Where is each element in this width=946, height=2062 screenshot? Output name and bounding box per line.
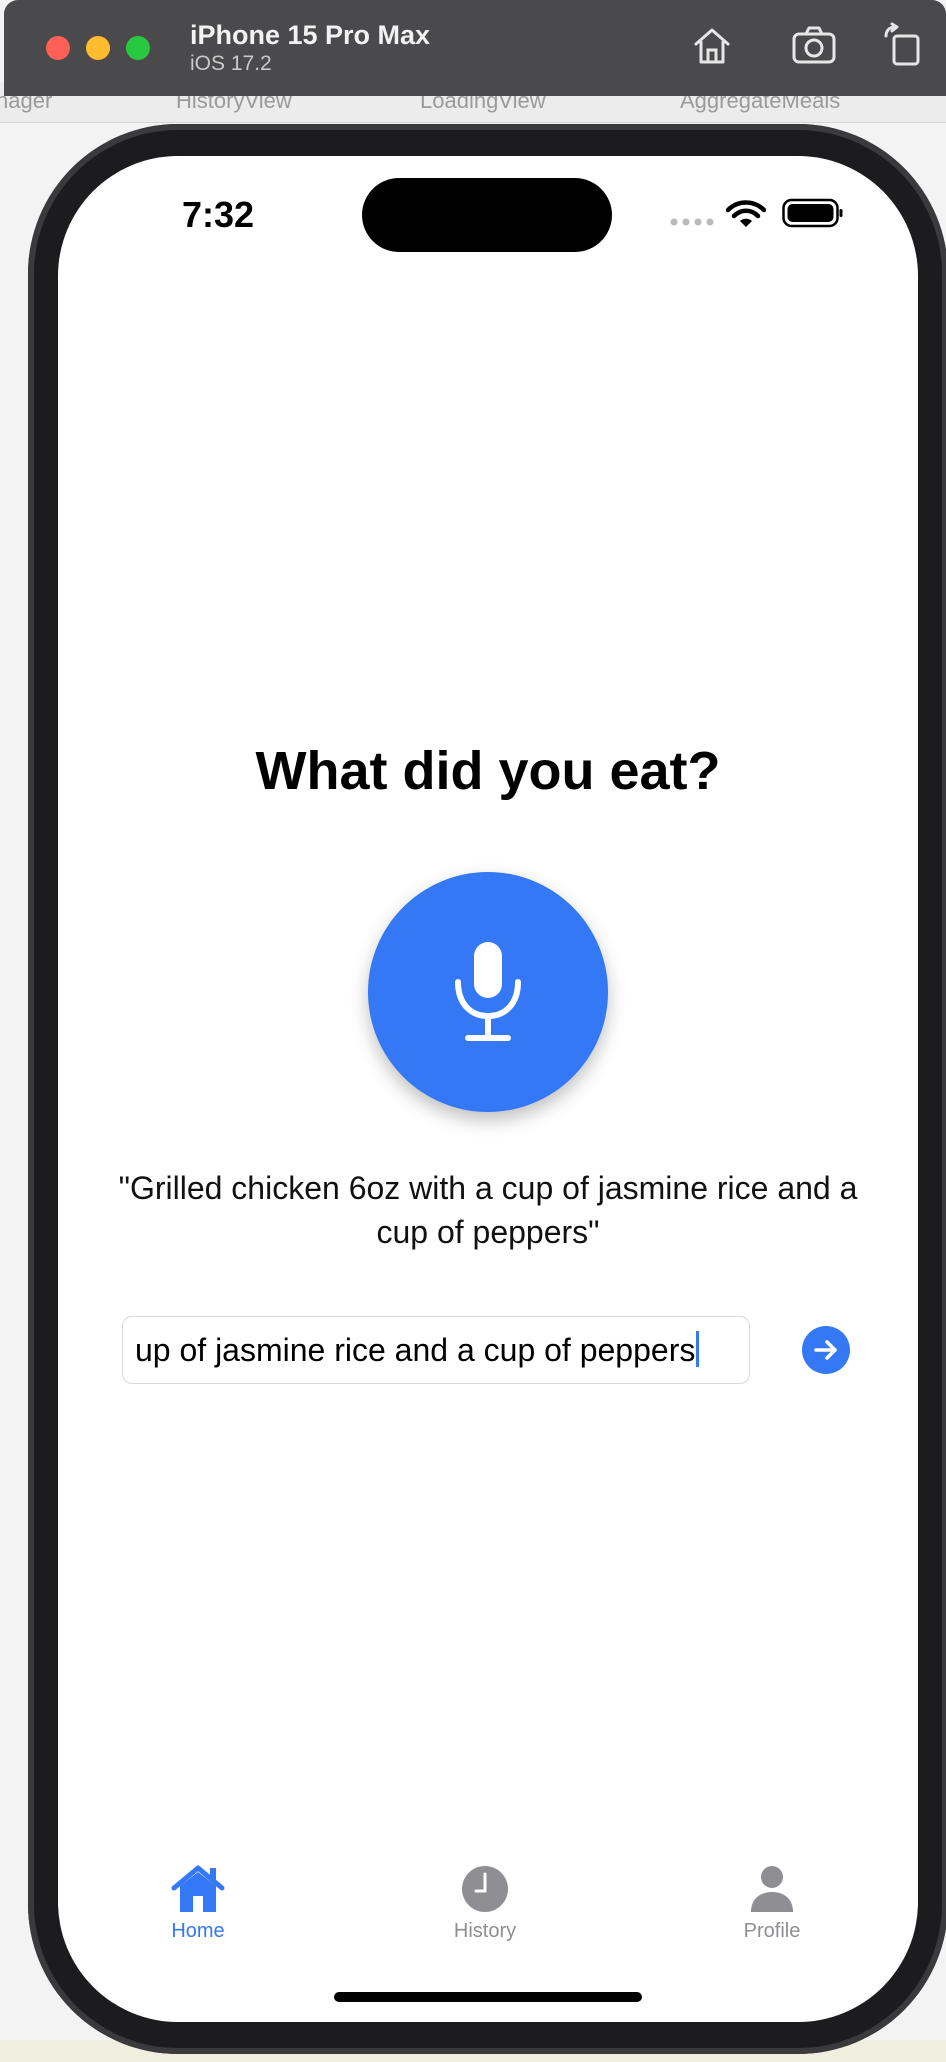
meal-input-value[interactable]: up of jasmine rice and a cup of peppers (135, 1332, 695, 1368)
arrow-right-circle-icon (814, 1340, 837, 1360)
close-window-button[interactable] (46, 36, 70, 60)
tab-home[interactable]: Home (128, 1864, 268, 1943)
cellular-signal-icon (670, 218, 714, 226)
tab-label: Home (171, 1920, 225, 1942)
screenshot-icon[interactable] (790, 22, 838, 70)
record-voice-button[interactable] (368, 872, 608, 1112)
microphone-icon (455, 942, 521, 1041)
minimize-window-button[interactable] (86, 36, 110, 60)
zoom-window-button[interactable] (126, 36, 150, 60)
os-version: iOS 17.2 (190, 52, 272, 75)
wifi-icon (726, 200, 766, 227)
home-indicator[interactable] (334, 1992, 642, 2002)
page-title: What did you eat? (255, 741, 721, 801)
device-name: iPhone 15 Pro Max (190, 20, 431, 50)
dynamic-island (362, 178, 612, 252)
submit-button[interactable] (802, 1326, 850, 1374)
tab-profile[interactable]: Profile (702, 1864, 842, 1943)
rotate-icon[interactable] (880, 22, 928, 70)
status-bar-time: 7:32 (182, 194, 255, 235)
tab-label: History (453, 1920, 517, 1942)
home-icon[interactable] (688, 22, 736, 70)
person-icon (751, 1866, 793, 1912)
tab-label: Profile (743, 1920, 801, 1942)
clock-icon (462, 1866, 508, 1912)
simulator-title-bar: iPhone 15 Pro Max iOS 17.2 (4, 0, 946, 96)
house-icon (171, 1865, 225, 1912)
tab-history[interactable]: History (415, 1864, 555, 1943)
iphone-screen: 7:32 What did you eat? "Grilled chicken … (58, 156, 918, 2022)
example-prompt-text: "Grilled chicken 6oz with a cup of jasmi… (118, 1170, 858, 1250)
meal-text-input[interactable]: up of jasmine rice and a cup of peppers (122, 1316, 750, 1384)
text-caret (696, 1331, 700, 1367)
battery-icon (782, 198, 843, 228)
